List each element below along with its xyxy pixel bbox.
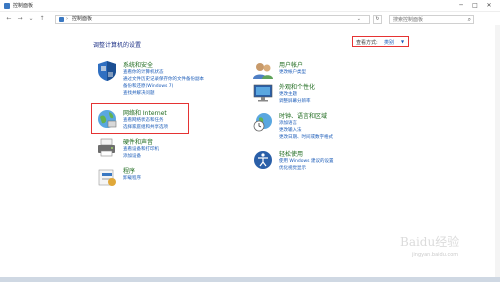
up-button[interactable]: ↑ xyxy=(38,15,46,23)
window-title: 控制面板 xyxy=(13,3,34,9)
programs-icon[interactable] xyxy=(96,166,118,188)
recent-locations-button[interactable]: ⌄ xyxy=(27,15,35,23)
link-add-language[interactable]: 添加语言 xyxy=(279,120,297,126)
link-date-time-format[interactable]: 更改日期、时间或数字格式 xyxy=(279,134,333,140)
view-by-value[interactable]: 类别 xyxy=(384,39,394,46)
address-bar-row: ← → ⌄ ↑ › 控制面板 ⌄ ↻ ⌕ xyxy=(0,12,500,25)
category-title[interactable]: 用户帐户 xyxy=(279,60,303,69)
taskbar[interactable] xyxy=(0,277,500,282)
link-recommended-settings[interactable]: 使用 Windows 建议的设置 xyxy=(279,158,333,164)
monitor-icon[interactable] xyxy=(252,82,274,104)
link-screen-resolution[interactable]: 调整屏幕分辨率 xyxy=(279,98,311,104)
link-change-input-method[interactable]: 更改输入法 xyxy=(279,127,302,133)
view-by-label: 查看方式: xyxy=(356,40,378,46)
category-title[interactable]: 硬件和声音 xyxy=(123,137,153,146)
watermark-url: jingyan.baidu.com xyxy=(412,252,459,258)
printer-icon[interactable] xyxy=(96,137,118,159)
category-title[interactable]: 外观和个性化 xyxy=(279,82,315,91)
link-troubleshoot[interactable]: 查找并解决问题 xyxy=(123,90,155,96)
link-uninstall-program[interactable]: 卸载程序 xyxy=(123,175,141,181)
back-button[interactable]: ← xyxy=(5,15,13,23)
control-panel-icon xyxy=(4,3,10,9)
view-by-control[interactable]: 查看方式: 类别 ▼ xyxy=(352,36,409,47)
link-homegroup-sharing[interactable]: 选择家庭组和共享选项 xyxy=(123,124,168,130)
category-title[interactable]: 轻松使用 xyxy=(279,149,303,158)
users-icon[interactable] xyxy=(252,60,274,82)
clock-globe-icon[interactable] xyxy=(252,111,274,133)
search-box[interactable]: ⌕ xyxy=(389,15,474,24)
breadcrumb-control-panel[interactable]: 控制面板 xyxy=(72,16,92,23)
title-bar: 控制面板 ─ □ ✕ xyxy=(0,0,500,12)
link-file-history-backup[interactable]: 通过文件历史记录保存你的文件备份副本 xyxy=(123,76,204,82)
category-title[interactable]: 系统和安全 xyxy=(123,60,153,69)
category-title[interactable]: 时钟、语言和区域 xyxy=(279,111,327,120)
address-field[interactable]: › 控制面板 ⌄ xyxy=(55,15,370,24)
refresh-button[interactable]: ↻ xyxy=(373,15,382,24)
link-backup-restore[interactable]: 备份和还原(Windows 7) xyxy=(123,83,173,89)
maximize-button[interactable]: □ xyxy=(469,1,481,11)
view-by-caret-icon[interactable]: ▼ xyxy=(401,39,404,44)
minimize-button[interactable]: ─ xyxy=(455,1,467,11)
link-optimize-display[interactable]: 优化视觉显示 xyxy=(279,165,306,171)
link-add-device[interactable]: 添加设备 xyxy=(123,153,141,159)
link-change-account-type[interactable]: 更改帐户类型 xyxy=(279,69,306,75)
close-button[interactable]: ✕ xyxy=(483,1,495,11)
forward-button[interactable]: → xyxy=(16,15,24,23)
watermark-text: Baidu经验 xyxy=(400,235,460,249)
breadcrumb-separator: › xyxy=(66,16,68,22)
category-title[interactable]: 网络和 Internet xyxy=(123,108,167,117)
search-icon[interactable]: ⌕ xyxy=(468,16,471,23)
network-globe-icon[interactable] xyxy=(96,108,118,130)
search-input[interactable] xyxy=(393,16,463,23)
address-dropdown-button[interactable]: ⌄ xyxy=(357,16,361,23)
page-title: 调整计算机的设置 xyxy=(93,42,142,49)
ease-of-access-icon[interactable] xyxy=(252,149,274,171)
link-view-computer-status[interactable]: 查看你的计算机状态 xyxy=(123,69,164,75)
link-devices-printers[interactable]: 查看设备和打印机 xyxy=(123,146,159,152)
control-panel-icon xyxy=(59,17,64,22)
security-shield-icon[interactable] xyxy=(96,60,118,82)
link-network-status[interactable]: 查看网络状态和任务 xyxy=(123,117,164,123)
vertical-scrollbar[interactable] xyxy=(495,25,500,277)
category-title[interactable]: 程序 xyxy=(123,166,135,175)
link-change-theme[interactable]: 更改主题 xyxy=(279,91,297,97)
